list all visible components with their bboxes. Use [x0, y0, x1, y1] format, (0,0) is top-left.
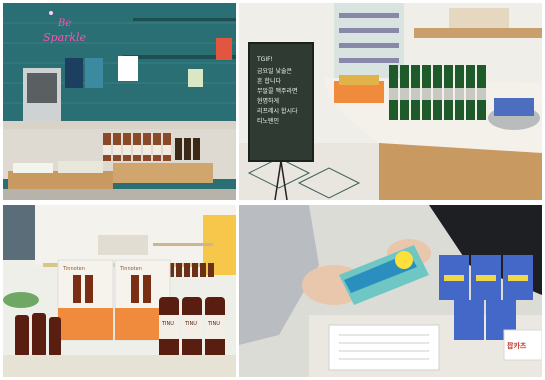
photo-cafe-counter: Be Sparkle	[3, 3, 236, 200]
svg-text:무알콜 맥주라면: 무알콜 맥주라면	[257, 87, 298, 95]
svg-text:현명하게: 현명하게	[257, 97, 279, 105]
svg-text:금요일 낮술은: 금요일 낮술은	[257, 67, 293, 75]
photo-product-display: Tinnoten Tinnoten TINU TINU TINU	[3, 205, 236, 377]
product-label-1: TINU	[161, 321, 174, 327]
neon-sign-line1: Be	[57, 18, 71, 29]
photo-checkout: 팝카츠	[239, 205, 542, 377]
box-brand-left: Tinnoten	[62, 266, 85, 272]
box-brand-right: Tinnoten	[119, 266, 142, 272]
neon-sign-line2: Sparkle	[43, 31, 87, 44]
photo-store-shelf: TGIF! 금요일 낮술은 흔 합니다 무알콜 맥주라면 현명하게 리프레시 합…	[239, 3, 542, 200]
svg-text:TGIF!: TGIF!	[256, 56, 273, 63]
svg-text:리프레시 합시다: 리프레시 합시다	[257, 107, 298, 115]
price-tag-text: 팝카츠	[507, 341, 527, 350]
svg-text:흔 합니다: 흔 합니다	[257, 77, 281, 85]
product-label-3: TINU	[207, 321, 220, 327]
product-label-2: TINU	[184, 321, 197, 327]
svg-text:티노텐인: 티노텐인	[257, 117, 279, 125]
